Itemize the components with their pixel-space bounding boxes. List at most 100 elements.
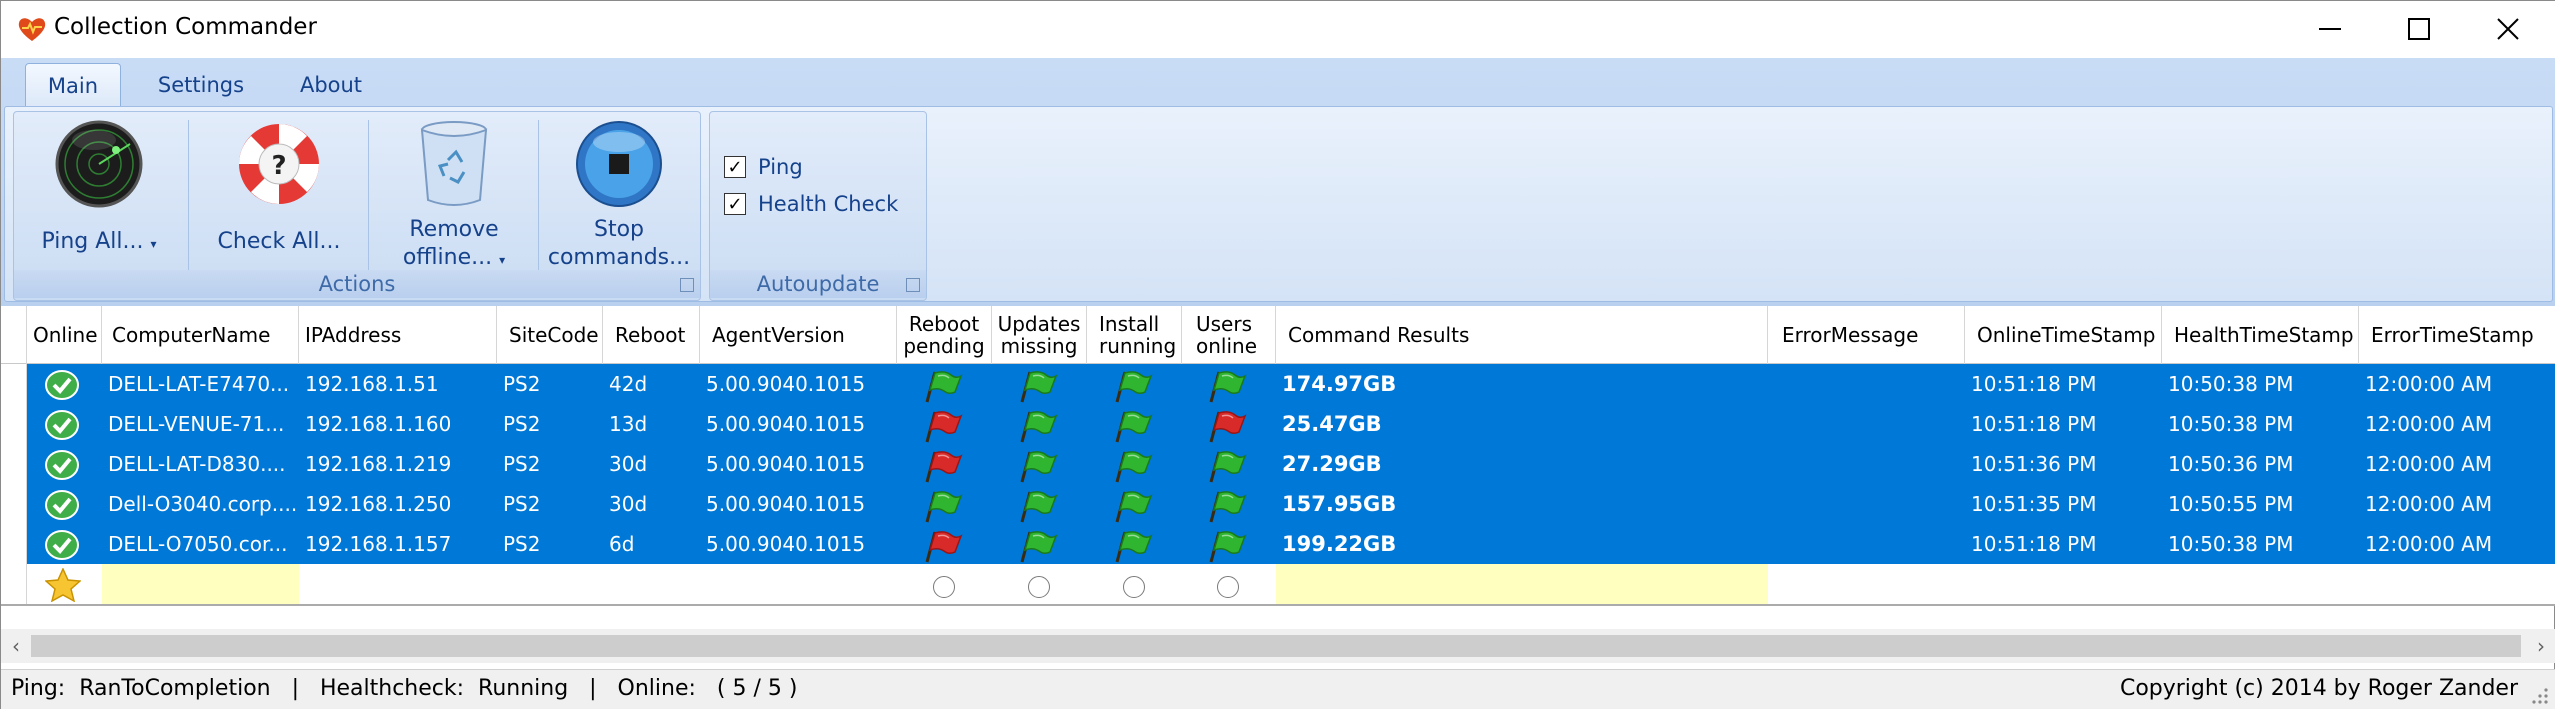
col-health-timestamp[interactable]: HealthTimeStamp bbox=[2162, 306, 2359, 364]
command-results-cell[interactable]: 27.29GB bbox=[1276, 444, 1768, 484]
col-error-timestamp[interactable]: ErrorTimeStamp bbox=[2359, 306, 2555, 364]
reboot-pending-radio[interactable] bbox=[933, 576, 955, 598]
tab-main[interactable]: Main bbox=[25, 63, 121, 107]
col-computer-name[interactable]: ComputerName bbox=[102, 306, 299, 364]
stop-commands-button[interactable]: Stop commands... bbox=[544, 120, 694, 270]
agent-version-cell[interactable]: 5.00.9040.1015 bbox=[700, 444, 897, 484]
command-results-cell[interactable]: 199.22GB bbox=[1276, 524, 1768, 564]
new-row[interactable] bbox=[1, 564, 2555, 604]
minimize-button[interactable] bbox=[2310, 9, 2350, 49]
error-message-cell[interactable] bbox=[1768, 484, 1965, 524]
col-updates-missing[interactable]: Updates missing bbox=[992, 306, 1087, 364]
row-selector[interactable] bbox=[1, 484, 27, 524]
updates-missing-radio[interactable] bbox=[1028, 576, 1050, 598]
computer-name-cell[interactable]: DELL-VENUE-71... bbox=[102, 404, 299, 444]
health-timestamp-cell[interactable]: 10:50:38 PM bbox=[2162, 524, 2359, 564]
ip-address-cell[interactable]: 192.168.1.219 bbox=[299, 444, 497, 484]
site-code-cell[interactable]: PS2 bbox=[497, 444, 603, 484]
health-timestamp-cell[interactable]: 10:50:38 PM bbox=[2162, 404, 2359, 444]
error-timestamp-cell[interactable]: 12:00:00 AM bbox=[2359, 444, 2555, 484]
actions-dialog-launcher[interactable] bbox=[680, 278, 694, 292]
health-timestamp-cell[interactable]: 10:50:55 PM bbox=[2162, 484, 2359, 524]
online-timestamp-cell[interactable]: 10:51:36 PM bbox=[1965, 444, 2162, 484]
check-all-button[interactable]: ? Check All... bbox=[194, 120, 364, 270]
command-results-cell[interactable]: 25.47GB bbox=[1276, 404, 1768, 444]
agent-version-cell[interactable]: 5.00.9040.1015 bbox=[700, 364, 897, 404]
table-row[interactable]: Dell-O3040.corp.... 192.168.1.250 PS2 30d 5.… bbox=[1, 484, 2555, 524]
remove-offline-button[interactable]: Remove offline... ▾ bbox=[374, 120, 534, 270]
new-computer-name-cell[interactable] bbox=[102, 564, 299, 604]
ip-address-cell[interactable]: 192.168.1.250 bbox=[299, 484, 497, 524]
error-timestamp-cell[interactable]: 12:00:00 AM bbox=[2359, 484, 2555, 524]
col-install-running[interactable]: Install running bbox=[1087, 306, 1182, 364]
table-row[interactable]: DELL-LAT-E7470... 192.168.1.51 PS2 42d 5.00.… bbox=[1, 364, 2555, 404]
command-results-cell[interactable]: 157.95GB bbox=[1276, 484, 1768, 524]
computer-name-cell[interactable]: DELL-LAT-E7470... bbox=[102, 364, 299, 404]
computer-name-cell[interactable]: DELL-LAT-D830.... bbox=[102, 444, 299, 484]
ping-checkbox[interactable]: ✓ Ping bbox=[724, 152, 914, 182]
col-reboot-pending[interactable]: Reboot pending bbox=[897, 306, 992, 364]
reboot-cell[interactable]: 13d bbox=[603, 404, 700, 444]
health-check-checkbox[interactable]: ✓ Health Check bbox=[724, 189, 914, 219]
reboot-cell[interactable]: 6d bbox=[603, 524, 700, 564]
col-online-timestamp[interactable]: OnlineTimeStamp bbox=[1965, 306, 2162, 364]
reboot-cell[interactable]: 30d bbox=[603, 444, 700, 484]
online-timestamp-cell[interactable]: 10:51:18 PM bbox=[1965, 524, 2162, 564]
scrollbar-thumb[interactable] bbox=[31, 635, 2521, 657]
scroll-left-icon[interactable]: ‹ bbox=[1, 629, 31, 663]
error-message-cell[interactable] bbox=[1768, 364, 1965, 404]
health-timestamp-cell[interactable]: 10:50:36 PM bbox=[2162, 444, 2359, 484]
error-timestamp-cell[interactable]: 12:00:00 AM bbox=[2359, 524, 2555, 564]
site-code-cell[interactable]: PS2 bbox=[497, 484, 603, 524]
online-timestamp-cell[interactable]: 10:51:18 PM bbox=[1965, 404, 2162, 444]
ping-all-button[interactable]: Ping All... ▾ bbox=[14, 120, 184, 270]
ip-address-cell[interactable]: 192.168.1.51 bbox=[299, 364, 497, 404]
scroll-right-icon[interactable]: › bbox=[2526, 629, 2555, 663]
table-row[interactable]: DELL-VENUE-71... 192.168.1.160 PS2 13d 5.00.… bbox=[1, 404, 2555, 444]
health-timestamp-cell[interactable]: 10:50:38 PM bbox=[2162, 364, 2359, 404]
col-agent-version[interactable]: AgentVersion bbox=[700, 306, 897, 364]
tab-about[interactable]: About bbox=[281, 63, 381, 107]
col-online[interactable]: Online bbox=[27, 306, 102, 364]
error-message-cell[interactable] bbox=[1768, 444, 1965, 484]
computer-name-cell[interactable]: Dell-O3040.corp.... bbox=[102, 484, 299, 524]
close-button[interactable] bbox=[2488, 9, 2528, 49]
computer-name-cell[interactable]: DELL-O7050.cor... bbox=[102, 524, 299, 564]
table-row[interactable]: DELL-O7050.cor... 192.168.1.157 PS2 6d 5.00.… bbox=[1, 524, 2555, 564]
error-message-cell[interactable] bbox=[1768, 524, 1965, 564]
error-timestamp-cell[interactable]: 12:00:00 AM bbox=[2359, 404, 2555, 444]
reboot-cell[interactable]: 30d bbox=[603, 484, 700, 524]
ip-address-cell[interactable]: 192.168.1.160 bbox=[299, 404, 497, 444]
resize-grip-icon[interactable] bbox=[2530, 686, 2550, 706]
reboot-cell[interactable]: 42d bbox=[603, 364, 700, 404]
site-code-cell[interactable]: PS2 bbox=[497, 404, 603, 444]
col-users-online[interactable]: Users online bbox=[1182, 306, 1276, 364]
row-selector[interactable] bbox=[1, 364, 27, 404]
agent-version-cell[interactable]: 5.00.9040.1015 bbox=[700, 404, 897, 444]
online-timestamp-cell[interactable]: 10:51:18 PM bbox=[1965, 364, 2162, 404]
site-code-cell[interactable]: PS2 bbox=[497, 364, 603, 404]
install-running-radio[interactable] bbox=[1123, 576, 1145, 598]
table-row[interactable]: DELL-LAT-D830.... 192.168.1.219 PS2 30d 5.00… bbox=[1, 444, 2555, 484]
ip-address-cell[interactable]: 192.168.1.157 bbox=[299, 524, 497, 564]
col-reboot[interactable]: Reboot bbox=[603, 306, 700, 364]
agent-version-cell[interactable]: 5.00.9040.1015 bbox=[700, 524, 897, 564]
col-error-message[interactable]: ErrorMessage bbox=[1768, 306, 1965, 364]
maximize-button[interactable] bbox=[2399, 9, 2439, 49]
error-timestamp-cell[interactable]: 12:00:00 AM bbox=[2359, 364, 2555, 404]
users-online-radio[interactable] bbox=[1217, 576, 1239, 598]
row-selector[interactable] bbox=[1, 564, 27, 604]
col-site-code[interactable]: SiteCode bbox=[497, 306, 603, 364]
site-code-cell[interactable]: PS2 bbox=[497, 524, 603, 564]
col-command-results[interactable]: Command Results bbox=[1276, 306, 1768, 364]
col-ip-address[interactable]: IPAddress bbox=[299, 306, 497, 364]
horizontal-scrollbar[interactable]: ‹ › bbox=[1, 629, 2555, 663]
row-selector[interactable] bbox=[1, 524, 27, 564]
online-timestamp-cell[interactable]: 10:51:35 PM bbox=[1965, 484, 2162, 524]
row-selector[interactable] bbox=[1, 444, 27, 484]
new-command-results-cell[interactable] bbox=[1276, 564, 1768, 604]
command-results-cell[interactable]: 174.97GB bbox=[1276, 364, 1768, 404]
autoupdate-dialog-launcher[interactable] bbox=[906, 278, 920, 292]
agent-version-cell[interactable]: 5.00.9040.1015 bbox=[700, 484, 897, 524]
tab-settings[interactable]: Settings bbox=[141, 63, 261, 107]
